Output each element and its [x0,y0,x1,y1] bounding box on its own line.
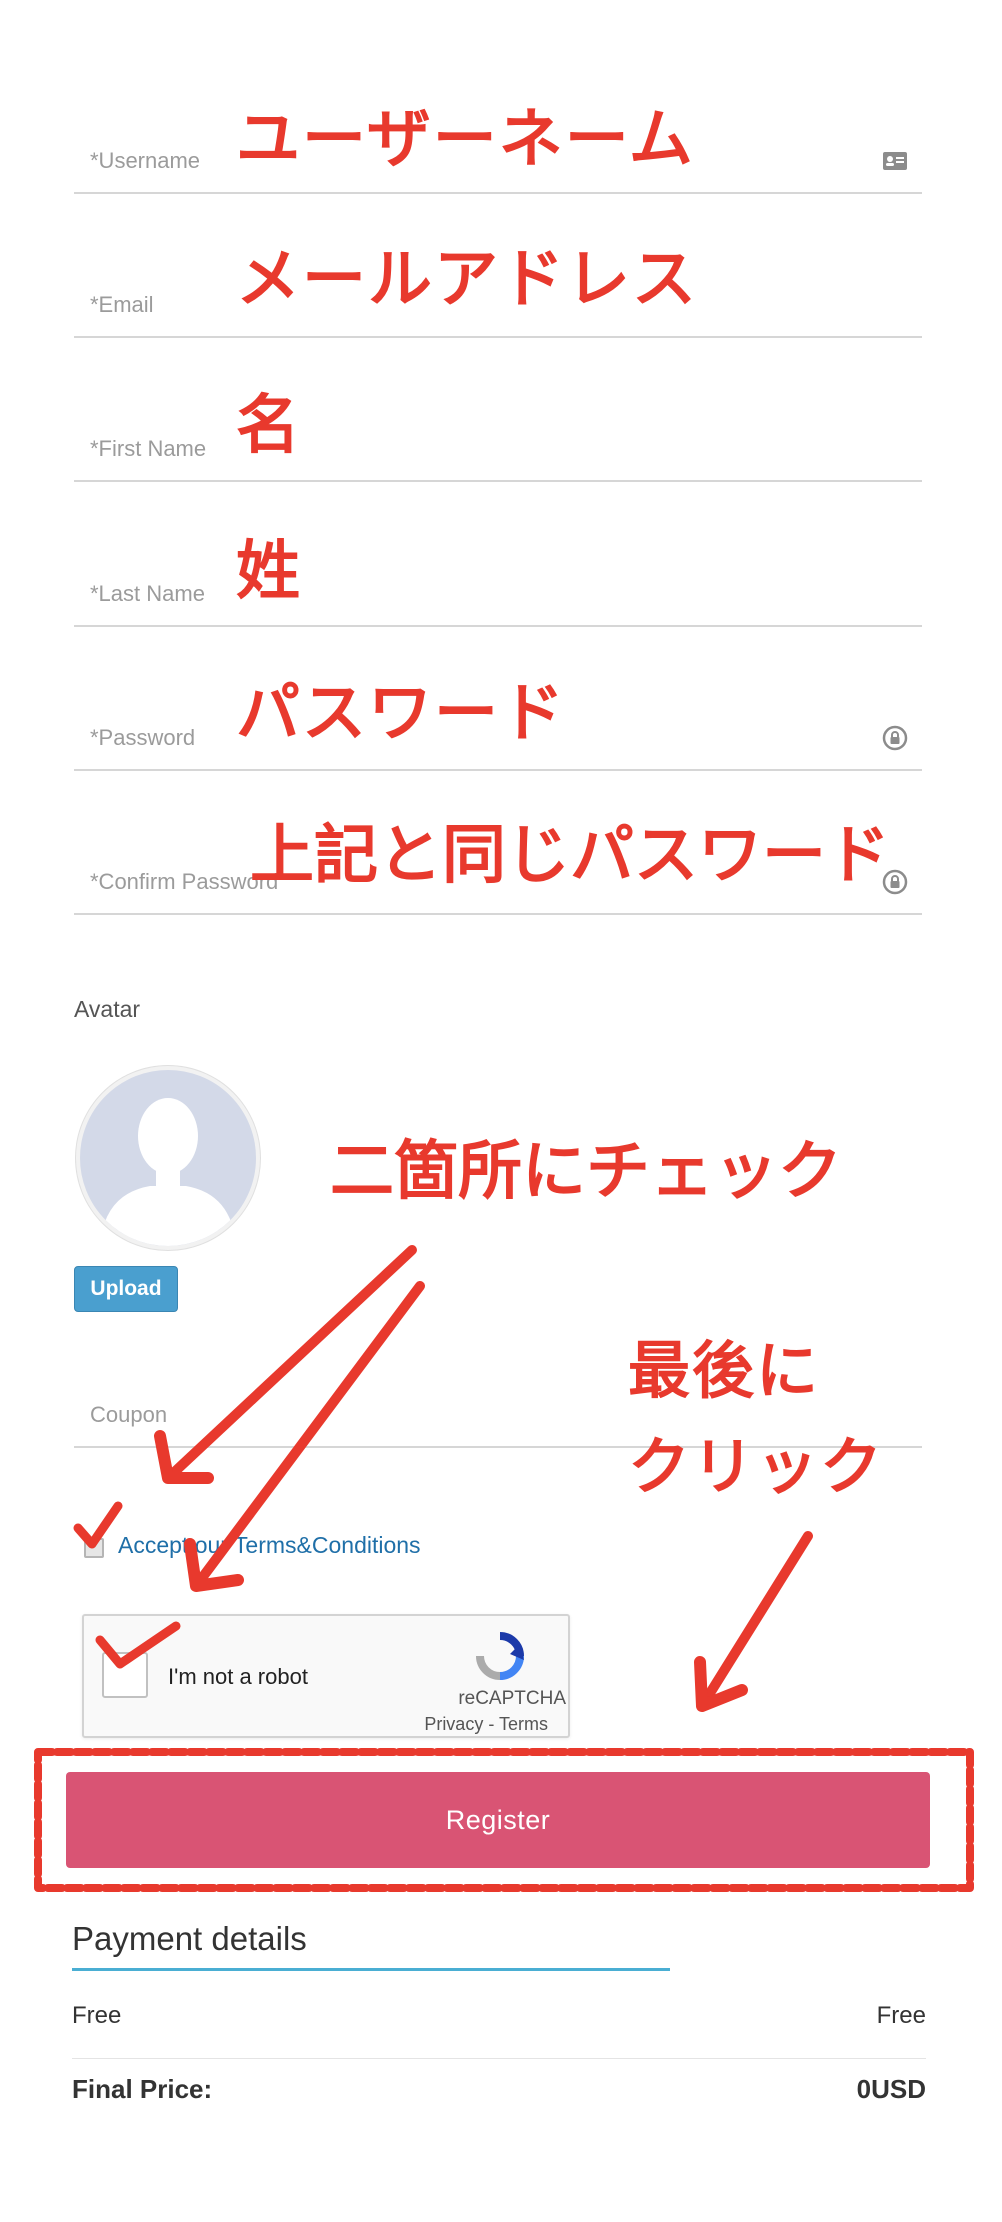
coupon-placeholder: Coupon [90,1402,168,1427]
first-name-label: *First Name [90,436,207,461]
annotation-click-last-1: 最後に [628,1334,821,1407]
register-button[interactable]: Register [66,1772,930,1868]
recaptcha-brand: reCAPTCHA [458,1688,566,1709]
recaptcha-logo-icon [476,1632,524,1680]
annotation-email: メールアドレス [236,243,698,317]
annotation-password: パスワード [236,677,566,751]
final-price-value: 0USD [856,2074,926,2104]
avatar-label: Avatar [74,996,141,1022]
upload-button[interactable]: Upload [74,1266,178,1312]
last-name-label: *Last Name [90,581,205,606]
terms-link[interactable]: Accept our Terms&Conditions [118,1532,421,1559]
username-label: *Username [90,148,201,173]
id-card-icon [883,152,907,170]
password-label: *Password [90,725,196,750]
last-name-field[interactable]: *Last Name [74,505,922,627]
recaptcha-widget: I'm not a robot reCAPTCHA Privacy - Term… [82,1614,570,1738]
annotation-first-name: 名 [236,389,302,463]
email-label: *Email [90,292,154,317]
payment-row-label: Free [72,2002,122,2029]
avatar [76,1066,260,1250]
terms-checkbox[interactable] [84,1538,104,1558]
annotation-confirm-password: 上記と同じパスワード [250,819,890,893]
arrow-to-register [697,1531,813,1711]
final-price-label: Final Price: [72,2074,213,2104]
annotation-click-last-2: クリック [628,1430,885,1503]
payment-details-title: Payment details [72,1920,307,1957]
recaptcha-checkbox[interactable] [102,1652,148,1698]
first-name-field[interactable]: *First Name [74,360,922,482]
arrowhead-register [694,1656,748,1712]
annotation-last-name: 姓 [236,535,302,609]
annotation-check-two: 二箇所にチェック [330,1135,842,1209]
payment-row-divider [72,2058,926,2059]
payment-row-value: Free [876,2002,926,2029]
recaptcha-label: I'm not a robot [168,1664,308,1689]
annotation-username: ユーザーネーム [236,103,695,177]
user-silhouette-icon [100,1098,236,1246]
payment-title-underline [72,1968,670,1971]
lock-icon [882,725,908,751]
recaptcha-privacy-terms[interactable]: Privacy - Terms [424,1714,548,1735]
